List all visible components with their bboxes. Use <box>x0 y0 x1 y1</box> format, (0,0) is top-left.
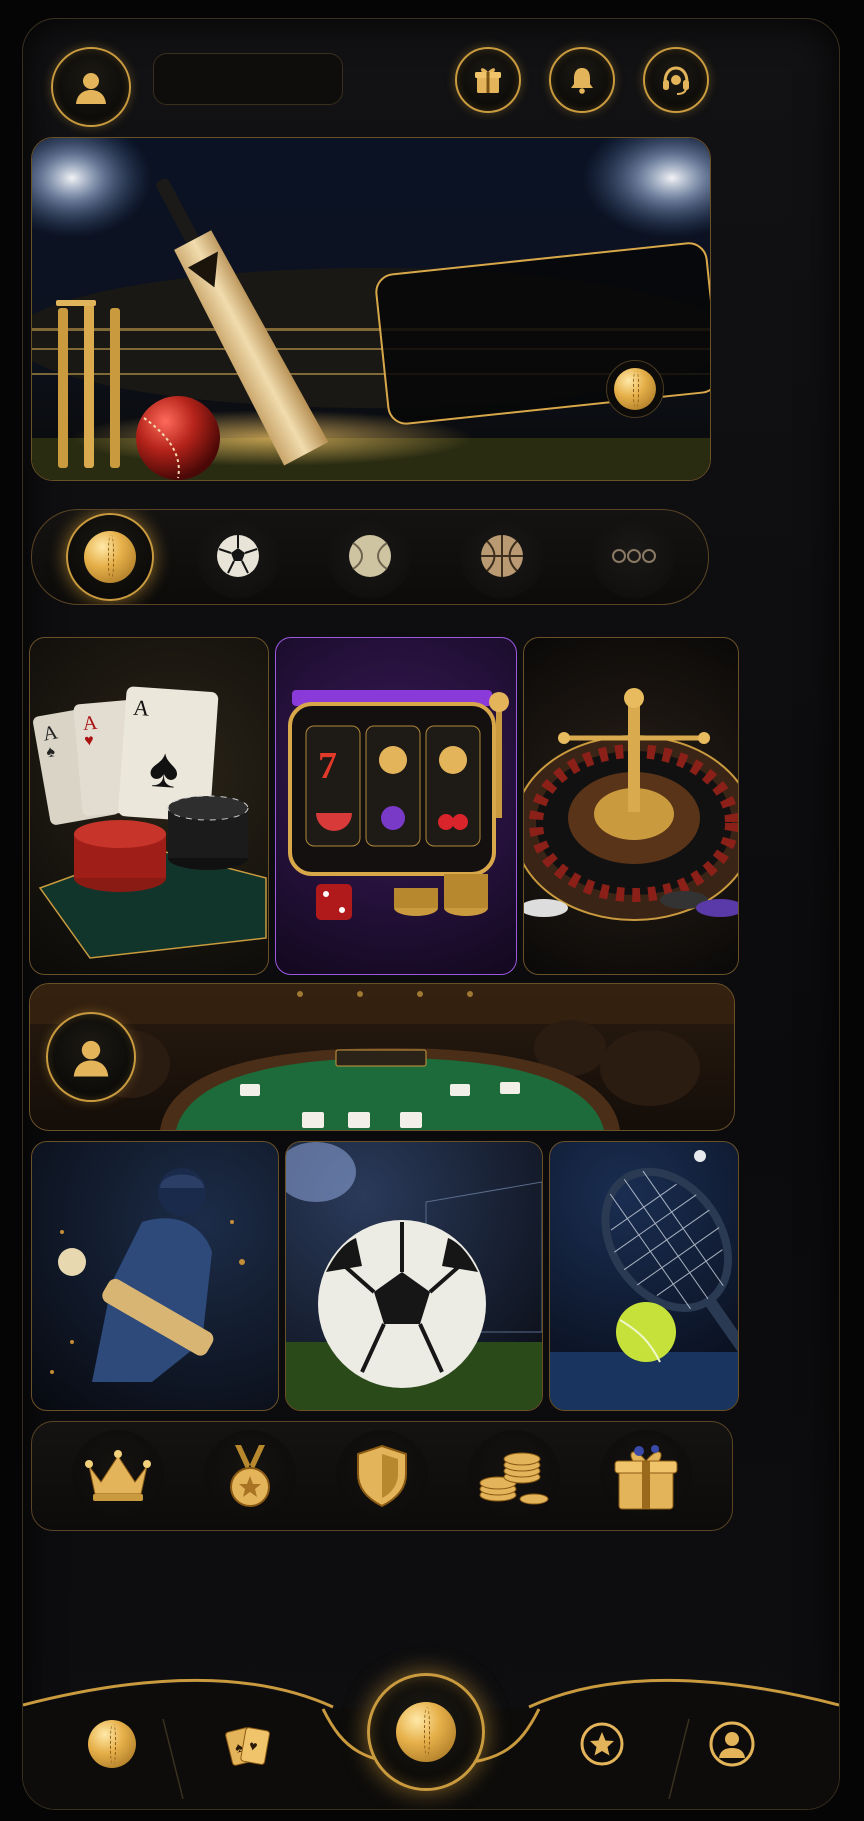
nav-profile[interactable] <box>705 1717 759 1771</box>
cricket-ball-icon <box>614 368 656 410</box>
poker-scene: A♠ A♥ A♠ <box>33 686 267 959</box>
coins-icon <box>479 1452 549 1505</box>
nav-home[interactable] <box>367 1673 485 1791</box>
poker-card[interactable]: A ♠ A ♥ A ♠ <box>29 637 269 975</box>
svg-text:♥: ♥ <box>84 732 95 750</box>
headset-icon <box>663 66 689 95</box>
star-badge-icon <box>580 1722 624 1766</box>
app-screen: A ♠ A ♥ A ♠ 7 ♠ ♥ <box>22 18 840 1810</box>
cricket-ball-icon <box>84 531 136 583</box>
shield-icon <box>357 1444 407 1508</box>
hero-banner[interactable] <box>31 137 711 481</box>
medal-icon <box>230 1445 270 1507</box>
football-scene <box>286 1142 542 1410</box>
roulette-scene <box>524 688 738 921</box>
tennis-scene <box>550 1150 738 1410</box>
slots-scene: 7 <box>288 690 509 920</box>
sport-tab-tennis[interactable] <box>328 514 412 598</box>
bell-icon <box>571 68 593 94</box>
cricket-ball-icon <box>88 1720 136 1768</box>
nav-casino[interactable]: ♠ ♥ <box>221 1719 275 1773</box>
cards-icon: ♠ ♥ <box>225 1727 270 1766</box>
roulette-card[interactable] <box>523 637 739 975</box>
search-input[interactable] <box>153 53 343 105</box>
stadium-scene <box>32 138 710 480</box>
live-dealer-avatar[interactable] <box>46 1012 136 1102</box>
banner-cta-ball[interactable] <box>606 360 664 418</box>
more-dots-icon <box>612 549 656 563</box>
svg-text:7: 7 <box>318 745 337 787</box>
crown-icon <box>85 1450 151 1501</box>
profile-button[interactable] <box>51 47 131 127</box>
cricket-card[interactable] <box>31 1141 279 1411</box>
cricket-player-scene <box>50 1168 245 1382</box>
nav-favorites[interactable] <box>575 1717 629 1771</box>
user-icon <box>73 1040 109 1077</box>
support-button[interactable] <box>643 47 709 113</box>
sport-tab-basketball[interactable] <box>460 514 544 598</box>
sport-tab-cricket[interactable] <box>66 513 154 601</box>
gift-box-icon <box>614 1445 678 1510</box>
svg-text:♠: ♠ <box>147 735 181 800</box>
sport-tab-football[interactable] <box>196 514 280 598</box>
gift-button[interactable] <box>455 47 521 113</box>
tennis-ball-icon <box>349 535 391 577</box>
slots-card[interactable]: 7 <box>275 637 517 975</box>
soccer-ball-icon <box>217 535 259 577</box>
basketball-icon <box>481 535 523 577</box>
gift-icon <box>475 68 501 93</box>
live-table-banner[interactable] <box>29 983 735 1131</box>
notifications-button[interactable] <box>549 47 615 113</box>
sport-tab-more[interactable] <box>592 514 676 598</box>
user-icon <box>709 1721 755 1767</box>
nav-cricket[interactable] <box>85 1717 139 1771</box>
user-icon <box>76 73 106 104</box>
tennis-card[interactable] <box>549 1141 739 1411</box>
sport-selector <box>31 509 709 605</box>
home-ball-icon <box>396 1702 456 1762</box>
svg-text:A: A <box>133 695 151 721</box>
football-card[interactable] <box>285 1141 543 1411</box>
